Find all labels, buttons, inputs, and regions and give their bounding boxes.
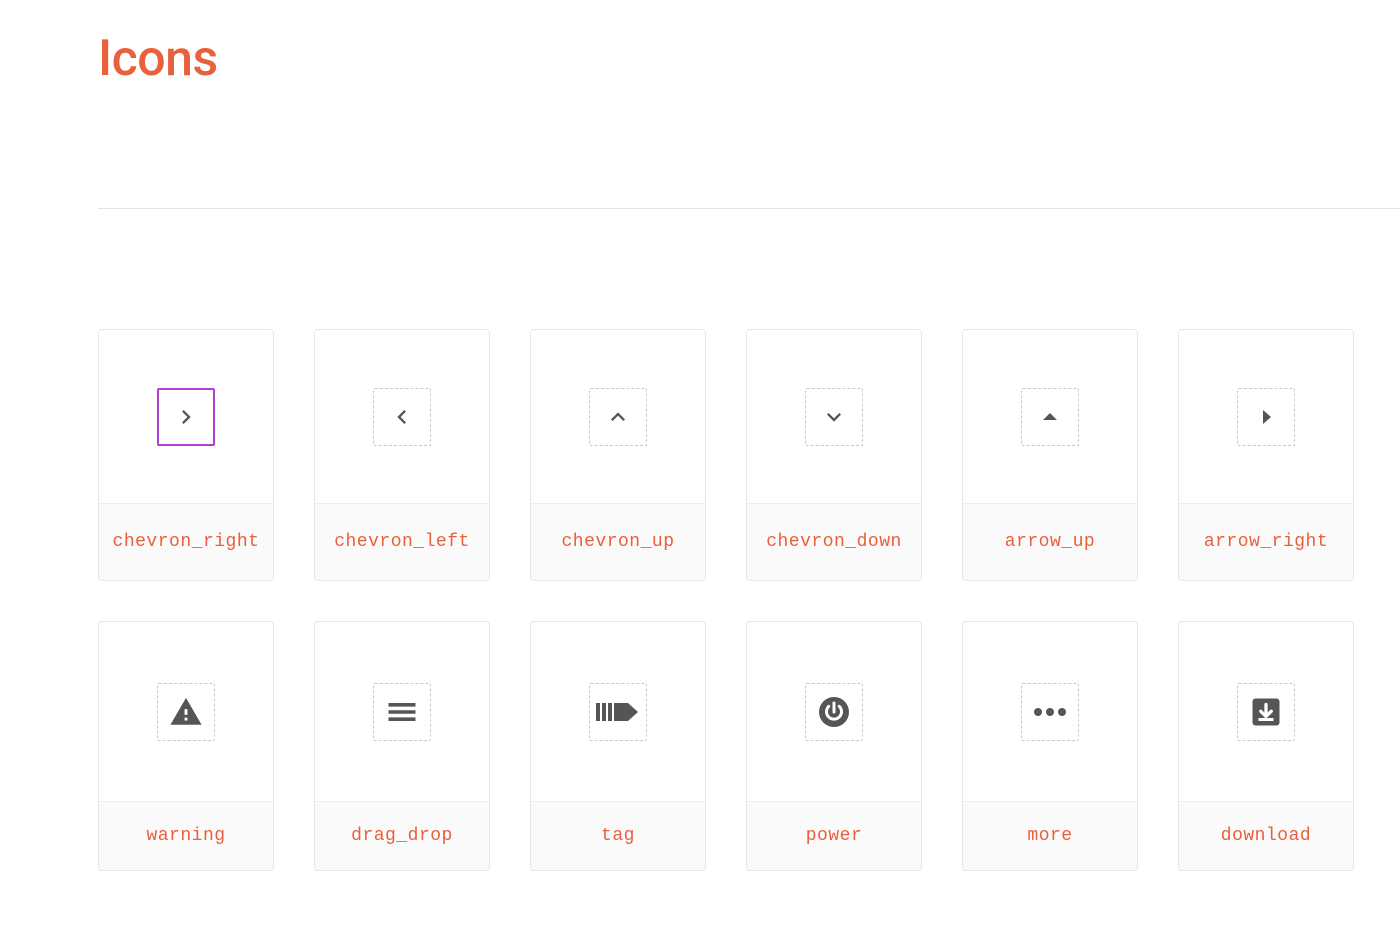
- icon-box: [1021, 683, 1079, 741]
- icon-label: drag_drop: [315, 801, 489, 870]
- icon-preview: [531, 330, 705, 503]
- icon-preview: [963, 622, 1137, 801]
- icon-label: arrow_right: [1179, 503, 1353, 580]
- warning-icon: [169, 695, 203, 729]
- icon-box: [589, 683, 647, 741]
- icon-label: chevron_left: [315, 503, 489, 580]
- icon-box: [373, 388, 431, 446]
- icon-label: more: [963, 801, 1137, 870]
- icon-card-chevron-right[interactable]: chevron_right: [98, 329, 274, 581]
- icon-preview: [315, 330, 489, 503]
- icon-preview: [747, 330, 921, 503]
- arrow-right-icon: [1254, 405, 1278, 429]
- chevron-right-icon: [172, 403, 200, 431]
- icon-label: power: [747, 801, 921, 870]
- icon-box: [1021, 388, 1079, 446]
- icon-card-download[interactable]: download: [1178, 621, 1354, 871]
- icon-card-chevron-down[interactable]: chevron_down: [746, 329, 922, 581]
- drag-drop-icon: [384, 694, 420, 730]
- icon-label: tag: [531, 801, 705, 870]
- icon-preview: [747, 622, 921, 801]
- icon-box: [1237, 388, 1295, 446]
- icon-card-chevron-left[interactable]: chevron_left: [314, 329, 490, 581]
- download-icon: [1248, 694, 1284, 730]
- icon-box: [805, 388, 863, 446]
- icon-preview: [99, 330, 273, 503]
- icon-card-power[interactable]: power: [746, 621, 922, 871]
- icon-label: warning: [99, 801, 273, 870]
- arrow-up-icon: [1038, 405, 1062, 429]
- icon-label: chevron_right: [99, 503, 273, 580]
- power-icon: [816, 694, 852, 730]
- icon-box: [805, 683, 863, 741]
- chevron-up-icon: [604, 403, 632, 431]
- icon-card-drag-drop[interactable]: drag_drop: [314, 621, 490, 871]
- icon-label: chevron_up: [531, 503, 705, 580]
- icon-label: download: [1179, 801, 1353, 870]
- icon-preview: [99, 622, 273, 801]
- icon-card-arrow-up[interactable]: arrow_up: [962, 329, 1138, 581]
- icon-label: arrow_up: [963, 503, 1137, 580]
- icon-preview: [1179, 330, 1353, 503]
- tag-icon: [596, 699, 640, 725]
- icon-card-chevron-up[interactable]: chevron_up: [530, 329, 706, 581]
- icon-grid: chevron_right chevron_left chevron_up: [98, 329, 1358, 871]
- icon-preview: [1179, 622, 1353, 801]
- icon-card-arrow-right[interactable]: arrow_right: [1178, 329, 1354, 581]
- icon-box: [1237, 683, 1295, 741]
- icon-box: [373, 683, 431, 741]
- chevron-down-icon: [820, 403, 848, 431]
- icon-card-more[interactable]: more: [962, 621, 1138, 871]
- icon-label: chevron_down: [747, 503, 921, 580]
- icon-preview: [531, 622, 705, 801]
- chevron-left-icon: [388, 403, 416, 431]
- icon-box: [157, 388, 215, 446]
- icon-card-warning[interactable]: warning: [98, 621, 274, 871]
- more-icon: [1032, 706, 1068, 718]
- page-title: Icons: [98, 30, 1400, 88]
- icon-box: [589, 388, 647, 446]
- icon-card-tag[interactable]: tag: [530, 621, 706, 871]
- divider: [98, 208, 1400, 209]
- icon-preview: [315, 622, 489, 801]
- icon-preview: [963, 330, 1137, 503]
- icon-box: [157, 683, 215, 741]
